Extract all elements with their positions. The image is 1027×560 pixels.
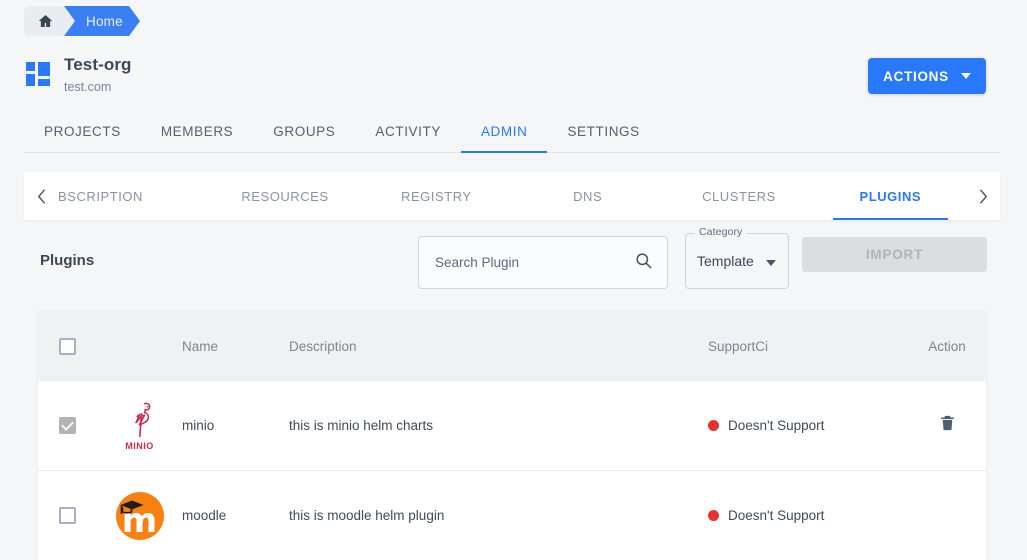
subtab-label: REGISTRY <box>401 188 472 204</box>
import-button[interactable]: IMPORT <box>802 237 987 272</box>
tab-activity[interactable]: ACTIVITY <box>355 110 461 152</box>
status-dot-icon <box>708 420 719 431</box>
row-logo-cell: m <box>97 491 182 540</box>
subtab-registry[interactable]: REGISTRY <box>361 172 512 220</box>
tab-admin[interactable]: ADMIN <box>460 110 548 153</box>
tab-groups[interactable]: GROUPS <box>253 110 355 152</box>
table-row[interactable]: MINIO minio this is minio helm charts Do… <box>38 381 986 471</box>
chevron-right-icon[interactable] <box>966 172 1000 220</box>
column-header-action: Action <box>928 338 966 354</box>
search-icon[interactable] <box>634 251 653 275</box>
column-header-description: Description <box>289 338 357 354</box>
subtab-label: DNS <box>573 188 603 204</box>
table-header-row: Name Description SupportCi Action <box>38 311 986 381</box>
subtab-label: BSCRIPTION <box>58 188 143 204</box>
row-logo-cell: MINIO <box>97 400 182 452</box>
minio-logo: MINIO <box>114 400 166 452</box>
subtab-plugins[interactable]: PLUGINS <box>815 172 966 220</box>
page-title: Test-org <box>64 55 132 74</box>
breadcrumb-item-label: Home <box>86 13 123 29</box>
trash-icon[interactable] <box>938 412 957 439</box>
search-input[interactable] <box>433 254 634 271</box>
row-select-cell <box>38 507 97 524</box>
row-select-cell <box>38 417 97 434</box>
org-domain: test.com <box>64 80 112 94</box>
plugins-table: Name Description SupportCi Action MINIO <box>38 311 986 560</box>
breadcrumb-home-button[interactable] <box>24 6 75 36</box>
row-supportci: Doesn't Support <box>708 508 908 523</box>
subtab-clusters[interactable]: CLUSTERS <box>663 172 814 220</box>
org-header: Test-org test.com ACTIONS <box>24 50 1000 106</box>
subtab-subscription[interactable]: BSCRIPTION <box>58 172 209 220</box>
subtab-dns[interactable]: DNS <box>512 172 663 220</box>
table-row[interactable]: m moodle this is moodle helm plugin Does… <box>38 471 986 560</box>
row-checkbox[interactable] <box>59 417 76 434</box>
sub-tabs-card: BSCRIPTION RESOURCES REGISTRY DNS CLUSTE… <box>24 172 1000 220</box>
subtab-label: PLUGINS <box>859 188 922 204</box>
column-header-name: Name <box>182 338 219 354</box>
actions-button-label: ACTIONS <box>883 68 949 84</box>
graduation-cap-icon <box>119 499 145 521</box>
select-all-cell <box>38 337 97 355</box>
org-grid-icon <box>26 62 50 86</box>
dropdown-arrow-icon <box>766 260 776 266</box>
actions-button[interactable]: ACTIONS <box>868 58 986 94</box>
row-name: minio <box>182 418 215 433</box>
category-select-value: Template <box>697 253 754 269</box>
chevron-down-icon <box>960 73 971 79</box>
column-header-supportci: SupportCi <box>708 338 769 354</box>
category-select-label: Category <box>695 226 747 238</box>
select-all-checkbox[interactable] <box>59 337 76 355</box>
home-icon <box>37 13 54 29</box>
moodle-logo: m <box>115 491 164 540</box>
breadcrumb: Home <box>24 6 140 36</box>
row-support-label: Doesn't Support <box>728 508 825 523</box>
row-description: this is minio helm charts <box>289 418 434 433</box>
tab-label: GROUPS <box>273 123 336 139</box>
chevron-left-icon[interactable] <box>24 172 58 220</box>
tab-label: ACTIVITY <box>375 123 441 139</box>
page-root: Home Test-org test.com ACTIONS PROJECTS … <box>0 0 1027 560</box>
status-dot-icon <box>708 510 719 521</box>
tab-label: MEMBERS <box>160 123 234 139</box>
plugins-toolbar: Plugins Category Template IMPORT <box>24 226 1000 302</box>
tab-members[interactable]: MEMBERS <box>141 110 253 152</box>
tab-projects[interactable]: PROJECTS <box>24 110 141 152</box>
subtab-label: CLUSTERS <box>702 188 776 204</box>
search-plugin-box[interactable] <box>418 236 668 289</box>
subtab-resources[interactable]: RESOURCES <box>209 172 360 220</box>
row-checkbox[interactable] <box>59 507 76 524</box>
subtab-label: RESOURCES <box>241 188 329 204</box>
tab-label: PROJECTS <box>44 123 121 139</box>
tab-label: SETTINGS <box>567 123 640 139</box>
row-action-cell <box>908 412 986 439</box>
row-support-label: Doesn't Support <box>728 418 825 433</box>
tab-settings[interactable]: SETTINGS <box>547 110 659 152</box>
tab-label: ADMIN <box>480 123 528 139</box>
row-supportci: Doesn't Support <box>708 418 908 433</box>
section-title: Plugins <box>40 252 95 269</box>
sub-tabs: BSCRIPTION RESOURCES REGISTRY DNS CLUSTE… <box>58 172 966 220</box>
primary-tabs: PROJECTS MEMBERS GROUPS ACTIVITY ADMIN S… <box>24 110 1000 153</box>
category-select[interactable]: Category Template <box>685 226 789 289</box>
row-description: this is moodle helm plugin <box>289 508 445 523</box>
row-name: moodle <box>182 508 227 523</box>
minio-logo-text: MINIO <box>125 440 154 451</box>
